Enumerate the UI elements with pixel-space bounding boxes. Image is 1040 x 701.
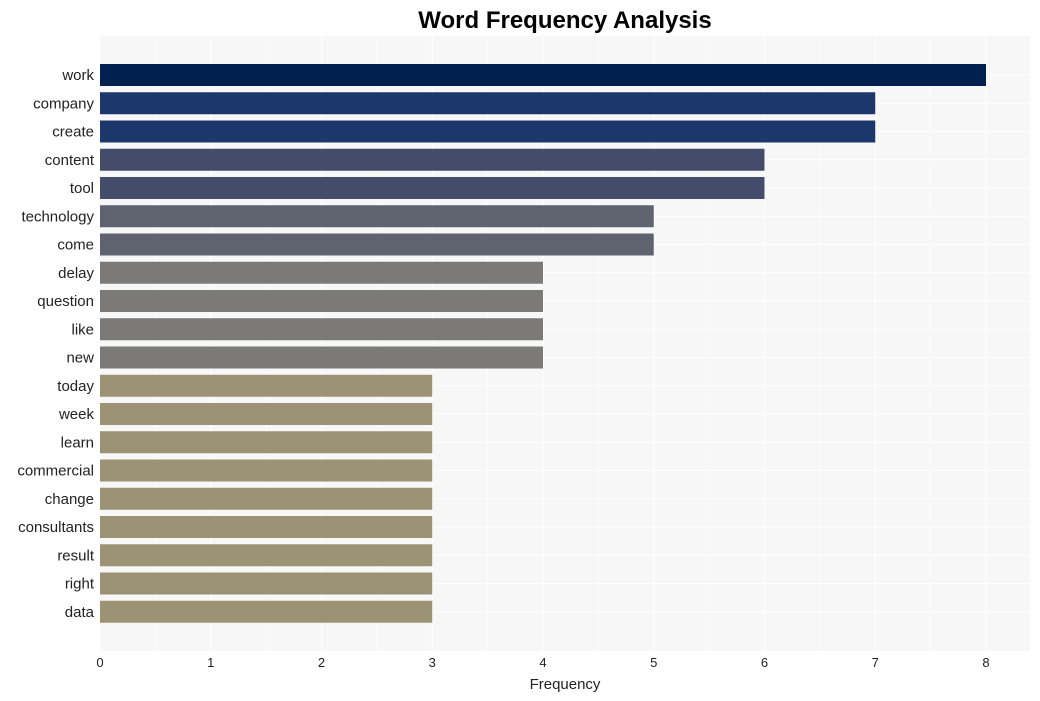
bar-company — [100, 92, 876, 115]
bar-tool — [100, 177, 765, 199]
y-tick-label: new — [66, 350, 94, 367]
y-tick-label: commercial — [17, 463, 94, 480]
x-tick-label: 3 — [429, 655, 436, 670]
bar-commercial — [100, 459, 433, 482]
bar-change — [100, 487, 433, 510]
bar-work — [100, 64, 986, 86]
y-tick-label: consultants — [18, 519, 94, 536]
x-tick-label: 7 — [872, 655, 879, 670]
y-tick-label: today — [57, 378, 94, 395]
bar-new — [100, 346, 543, 369]
bar-create — [100, 120, 876, 143]
x-axis-label: Frequency — [530, 676, 601, 693]
y-tick-label: week — [58, 406, 95, 423]
bar-consultants — [100, 516, 433, 538]
y-tick-label: result — [57, 547, 95, 564]
bar-week — [100, 403, 433, 425]
bar-learn — [100, 431, 433, 454]
y-tick-label: data — [65, 604, 95, 621]
bar-like — [100, 318, 543, 341]
bar-result — [100, 544, 433, 567]
bar-come — [100, 233, 654, 256]
bar-right — [100, 572, 433, 595]
y-tick-label: company — [33, 95, 94, 112]
y-tick-label: change — [45, 491, 94, 508]
y-tick-label: technology — [21, 208, 94, 225]
y-tick-label: like — [71, 321, 94, 338]
y-tick-label: learn — [61, 434, 94, 451]
bar-technology — [100, 205, 654, 228]
bar-question — [100, 290, 543, 312]
chart-title: Word Frequency Analysis — [418, 7, 711, 34]
bar-delay — [100, 261, 543, 284]
x-tick-label: 5 — [650, 655, 657, 670]
x-tick-label: 8 — [982, 655, 989, 670]
y-axis-labels: work company create content tool technology co… — [17, 67, 95, 621]
x-tick-label: 1 — [207, 655, 214, 670]
bar-data — [100, 600, 433, 623]
x-tick-label: 2 — [318, 655, 325, 670]
y-tick-label: tool — [70, 180, 94, 197]
x-axis-ticks: 0 1 2 3 4 5 6 7 8 — [96, 655, 989, 670]
y-tick-label: right — [65, 576, 95, 593]
chart-canvas: work company create content tool technology co… — [17, 7, 1030, 693]
y-tick-label: create — [52, 124, 94, 141]
bar-content — [100, 148, 765, 171]
x-tick-label: 6 — [761, 655, 768, 670]
x-tick-label: 0 — [96, 655, 103, 670]
x-tick-label: 4 — [539, 655, 546, 670]
y-tick-label: content — [45, 152, 95, 169]
y-tick-label: question — [37, 293, 94, 310]
y-tick-label: work — [61, 67, 94, 84]
y-tick-label: come — [57, 237, 94, 254]
y-tick-label: delay — [58, 265, 94, 282]
bar-today — [100, 374, 433, 397]
